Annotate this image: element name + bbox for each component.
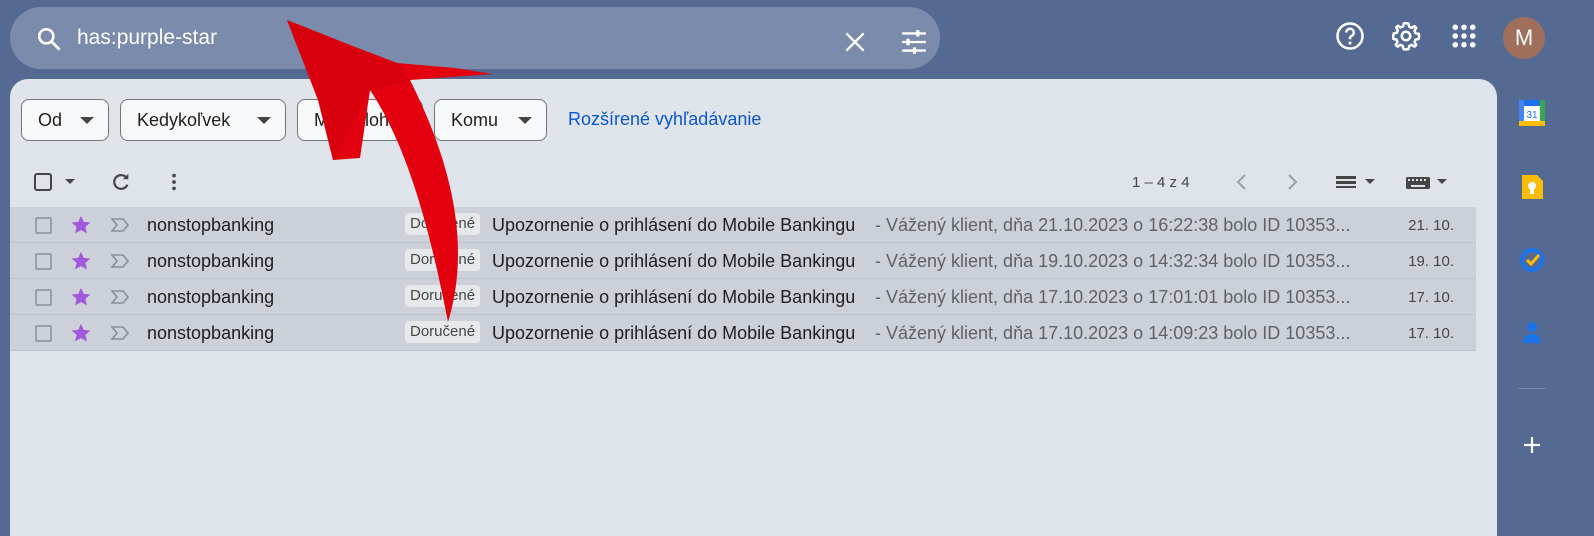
row-checkbox[interactable] [35,325,52,342]
email-row[interactable]: nonstopbanking Doručené Upozornenie o pr… [10,207,1476,243]
advanced-search-link[interactable]: Rozšírené vyhľadávanie [568,109,761,130]
email-snippet: - Vážený klient, dňa 19.10.2023 o 14:32:… [875,251,1351,271]
email-subject: Upozornenie o prihlásení do Mobile Banki… [492,215,856,235]
email-sender: nonstopbanking [147,287,275,307]
importance-icon[interactable] [110,217,130,233]
star-icon[interactable] [70,322,92,344]
importance-icon[interactable] [110,253,130,269]
more-icon[interactable] [163,171,185,193]
refresh-icon[interactable] [110,171,132,193]
email-snippet: - Vážený klient, dňa 17.10.2023 o 14:09:… [875,323,1351,343]
email-row[interactable]: nonstopbanking Doručené Upozornenie o pr… [10,279,1476,315]
label-badge[interactable]: Doručené [405,321,481,343]
filter-chip-attachment[interactable]: Má prílohu [297,99,423,141]
email-sender: nonstopbanking [147,323,275,343]
star-icon[interactable] [70,286,92,308]
star-icon[interactable] [70,250,92,272]
email-sender: nonstopbanking [147,215,275,235]
filter-chip-label: Má prílohu [314,109,400,130]
filter-chip-label: Od [38,109,63,130]
label-badge[interactable]: Doručené [405,213,481,235]
contacts-icon[interactable] [1518,318,1546,346]
email-sender: nonstopbanking [147,251,275,271]
chevron-right-icon[interactable] [1282,172,1302,192]
search-icon[interactable] [36,26,62,52]
filter-chip-from[interactable]: Od [21,99,109,141]
importance-icon[interactable] [110,289,130,305]
pagination-range: 1 – 4 z 4 [1132,174,1190,191]
caret-down-icon [257,117,271,124]
calendar-icon[interactable]: 31 [1518,99,1546,127]
email-date: 17. 10. [1408,325,1454,342]
main-panel: Od Kedykoľvek Má prílohu Komu Rozšírené … [10,79,1497,536]
email-date: 17. 10. [1408,289,1454,306]
email-date: 21. 10. [1408,217,1454,234]
chevron-left-icon[interactable] [1232,172,1252,192]
tune-icon[interactable] [900,29,928,55]
apps-icon[interactable] [1449,21,1479,51]
email-row[interactable]: nonstopbanking Doručené Upozornenie o pr… [10,315,1476,351]
tasks-icon[interactable] [1518,246,1546,274]
label-badge[interactable]: Doručené [405,285,481,307]
email-row[interactable]: nonstopbanking Doručené Upozornenie o pr… [10,243,1476,279]
chevron-down-icon[interactable] [1435,177,1449,187]
search-bar[interactable]: has:purple-star [10,7,940,69]
importance-icon[interactable] [110,325,130,341]
filter-chip-label: Kedykoľvek [137,109,231,130]
density-icon[interactable] [1335,174,1357,190]
help-icon[interactable] [1335,21,1365,51]
row-checkbox[interactable] [35,217,52,234]
clear-icon[interactable] [842,29,868,55]
settings-icon[interactable] [1391,21,1421,51]
chevron-down-icon[interactable] [63,177,77,187]
avatar[interactable]: M [1503,17,1545,59]
label-badge[interactable]: Doručené [405,249,481,271]
add-icon[interactable] [1518,431,1546,459]
caret-down-icon [518,117,532,124]
email-snippet: - Vážený klient, dňa 21.10.2023 o 16:22:… [875,215,1351,235]
side-divider [1518,388,1546,389]
keep-icon[interactable] [1518,173,1546,201]
filter-chip-to[interactable]: Komu [434,99,547,141]
email-subject: Upozornenie o prihlásení do Mobile Banki… [492,251,856,271]
calendar-day: 31 [1526,110,1538,121]
keyboard-icon[interactable] [1405,176,1431,190]
filter-chip-label: Komu [451,109,499,130]
email-date: 19. 10. [1408,253,1454,270]
row-checkbox[interactable] [35,253,52,270]
email-snippet: - Vážený klient, dňa 17.10.2023 o 17:01:… [875,287,1351,307]
row-checkbox[interactable] [35,289,52,306]
email-subject: Upozornenie o prihlásení do Mobile Banki… [492,323,856,343]
caret-down-icon [80,117,94,124]
chevron-down-icon[interactable] [1363,177,1377,187]
filter-chip-anytime[interactable]: Kedykoľvek [120,99,286,141]
search-input[interactable]: has:purple-star [77,25,217,51]
email-subject: Upozornenie o prihlásení do Mobile Banki… [492,287,856,307]
select-all-checkbox[interactable] [33,172,53,192]
star-icon[interactable] [70,214,92,236]
